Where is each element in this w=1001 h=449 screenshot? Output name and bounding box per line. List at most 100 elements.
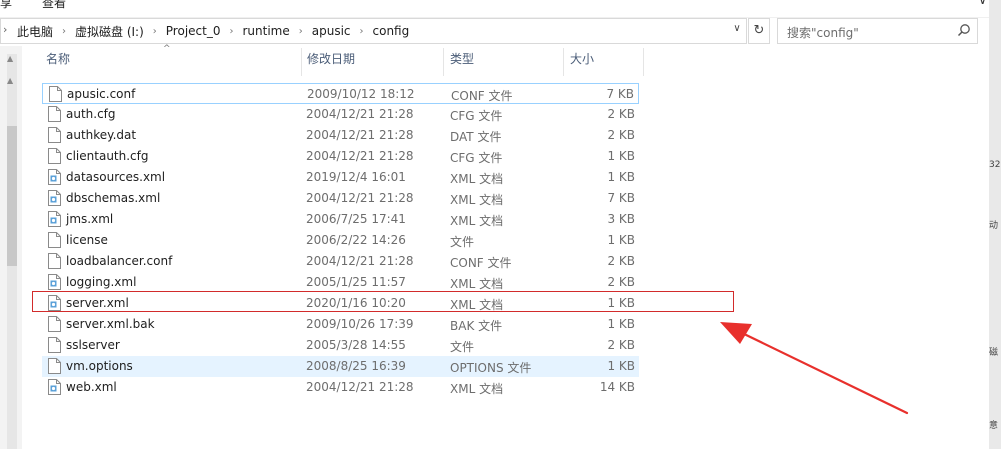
file-name: license bbox=[66, 233, 108, 247]
file-name: vm.options bbox=[66, 359, 133, 373]
column-header-date[interactable]: 修改日期 bbox=[307, 50, 355, 76]
search-icon[interactable] bbox=[957, 23, 971, 37]
file-size: 1 KB bbox=[607, 233, 635, 247]
file-name: sslserver bbox=[66, 338, 120, 352]
file-name: logging.xml bbox=[66, 275, 137, 289]
column-divider[interactable] bbox=[301, 48, 302, 76]
file-type: OPTIONS 文件 bbox=[450, 361, 532, 375]
background-text: 动 bbox=[989, 221, 999, 231]
file-size: 2 KB bbox=[607, 128, 635, 142]
file-row[interactable]: auth.cfg 2004/12/21 21:28 CFG 文件 2 KB bbox=[42, 104, 639, 125]
column-header-type[interactable]: 类型 bbox=[450, 50, 474, 76]
annotation-highlight-box bbox=[32, 291, 734, 312]
file-icon bbox=[48, 232, 61, 248]
file-type: CFG 文件 bbox=[450, 151, 503, 165]
chevron-right-icon[interactable]: › bbox=[62, 26, 66, 37]
file-modified-date: 2004/12/21 21:28 bbox=[306, 254, 414, 268]
breadcrumb-root-chevron-icon[interactable]: › bbox=[3, 23, 7, 36]
file-size: 7 KB bbox=[606, 87, 634, 101]
file-modified-date: 2009/10/26 17:39 bbox=[306, 317, 414, 331]
file-size: 3 KB bbox=[607, 212, 635, 226]
xml-icon bbox=[48, 379, 61, 395]
file-type: XML 文档 bbox=[450, 382, 504, 396]
address-bar[interactable]: › 此电脑 › 虚拟磁盘 (I:) › Project_0 › runtime … bbox=[0, 18, 747, 44]
breadcrumb-virtual-disk[interactable]: 虚拟磁盘 (I:) bbox=[75, 23, 144, 40]
file-modified-date: 2004/12/21 21:28 bbox=[306, 149, 414, 163]
refresh-button[interactable]: ↻ bbox=[748, 18, 770, 44]
file-modified-date: 2008/8/25 16:39 bbox=[306, 359, 406, 373]
chevron-right-icon[interactable]: › bbox=[229, 26, 233, 37]
file-row[interactable]: vm.options 2008/8/25 16:39 OPTIONS 文件 1 KB bbox=[42, 356, 639, 377]
ribbon-tab-share[interactable]: 享 bbox=[0, 0, 12, 11]
file-row[interactable]: license 2006/2/22 14:26 文件 1 KB bbox=[42, 230, 639, 251]
file-type: 文件 bbox=[450, 235, 475, 249]
file-icon bbox=[48, 316, 61, 332]
scroll-up-icon[interactable]: ▲ bbox=[7, 76, 13, 85]
ribbon: 享 查看 ∨ bbox=[0, 0, 1001, 18]
file-size: 2 KB bbox=[607, 338, 635, 352]
chevron-right-icon[interactable]: › bbox=[153, 26, 157, 37]
search-input[interactable]: 搜索"config" bbox=[777, 18, 978, 44]
column-header-size[interactable]: 大小 bbox=[570, 50, 594, 76]
file-row[interactable]: loadbalancer.conf 2004/12/21 21:28 CONF 文件… bbox=[42, 251, 639, 272]
xml-icon bbox=[48, 190, 61, 206]
navigation-pane: ▲ ▲ bbox=[0, 46, 22, 449]
file-icon bbox=[48, 253, 61, 269]
breadcrumb-apusic[interactable]: apusic bbox=[312, 24, 351, 38]
ribbon-expand-icon[interactable]: ∨ bbox=[978, 0, 987, 7]
file-row[interactable]: sslserver 2005/3/28 14:55 文件 2 KB bbox=[42, 335, 639, 356]
file-modified-date: 2004/12/21 21:28 bbox=[306, 191, 414, 205]
file-modified-date: 2006/7/25 17:41 bbox=[306, 212, 406, 226]
background-text: 32 bbox=[989, 160, 1001, 170]
file-name: datasources.xml bbox=[66, 170, 166, 184]
file-row[interactable]: clientauth.cfg 2004/12/21 21:28 CFG 文件 1 KB bbox=[42, 146, 639, 167]
breadcrumb: 此电脑 › 虚拟磁盘 (I:) › Project_0 › runtime › … bbox=[17, 19, 409, 43]
file-row[interactable]: jms.xml 2006/7/25 17:41 XML 文档 3 KB bbox=[42, 209, 639, 230]
file-row[interactable]: server.xml.bak 2009/10/26 17:39 BAK 文件 1 KB bbox=[42, 314, 639, 335]
chevron-right-icon[interactable]: › bbox=[299, 26, 303, 37]
chevron-right-icon[interactable]: › bbox=[360, 26, 364, 37]
file-row[interactable]: apusic.conf 2009/10/12 18:12 CONF 文件 7 KB bbox=[42, 83, 639, 104]
address-history-dropdown-icon[interactable]: ∨ bbox=[728, 23, 746, 41]
breadcrumb-project[interactable]: Project_0 bbox=[166, 24, 221, 38]
file-size: 1 KB bbox=[607, 359, 635, 373]
ribbon-tab-view[interactable]: 查看 bbox=[42, 0, 66, 11]
file-type: XML 文档 bbox=[450, 172, 504, 186]
search-placeholder: 搜索"config" bbox=[787, 26, 859, 40]
file-icon bbox=[48, 337, 61, 353]
file-size: 14 KB bbox=[599, 380, 635, 394]
file-row[interactable]: web.xml 2004/12/21 21:28 XML 文档 14 KB bbox=[42, 377, 639, 398]
file-type: CONF 文件 bbox=[451, 89, 513, 103]
sort-ascending-icon: ^ bbox=[163, 44, 171, 54]
background-text: 意 bbox=[989, 421, 999, 431]
breadcrumb-runtime[interactable]: runtime bbox=[242, 24, 289, 38]
file-size: 2 KB bbox=[607, 254, 635, 268]
file-modified-date: 2004/12/21 21:28 bbox=[306, 380, 414, 394]
column-divider[interactable] bbox=[563, 48, 564, 76]
file-name: authkey.dat bbox=[66, 128, 137, 142]
file-modified-date: 2019/12/4 16:01 bbox=[306, 170, 406, 184]
column-divider[interactable] bbox=[443, 48, 444, 76]
scroll-up-icon[interactable]: ▲ bbox=[7, 54, 13, 63]
file-type: XML 文档 bbox=[450, 193, 504, 207]
file-row[interactable]: datasources.xml 2019/12/4 16:01 XML 文档 1 KB bbox=[42, 167, 639, 188]
file-row[interactable]: logging.xml 2005/1/25 11:57 XML 文档 2 KB bbox=[42, 272, 639, 293]
column-divider[interactable] bbox=[643, 48, 644, 76]
breadcrumb-this-pc[interactable]: 此电脑 bbox=[17, 23, 53, 40]
nav-scrollbar-thumb[interactable] bbox=[7, 126, 17, 266]
file-name: apusic.conf bbox=[67, 87, 136, 101]
file-size: 1 KB bbox=[607, 317, 635, 331]
annotation-arrow-icon bbox=[720, 322, 909, 415]
file-modified-date: 2005/1/25 11:57 bbox=[306, 275, 406, 289]
file-row[interactable]: authkey.dat 2004/12/21 21:28 DAT 文件 2 KB bbox=[42, 125, 639, 146]
file-name: clientauth.cfg bbox=[66, 149, 149, 163]
breadcrumb-config[interactable]: config bbox=[373, 24, 410, 38]
file-icon bbox=[48, 106, 61, 122]
file-modified-date: 2009/10/12 18:12 bbox=[307, 87, 415, 101]
file-row[interactable]: dbschemas.xml 2004/12/21 21:28 XML 文档 7 KB bbox=[42, 188, 639, 209]
file-name: dbschemas.xml bbox=[66, 191, 161, 205]
xml-icon bbox=[48, 169, 61, 185]
file-name: loadbalancer.conf bbox=[66, 254, 173, 268]
column-header-name[interactable]: 名称 bbox=[46, 50, 70, 76]
file-type: CFG 文件 bbox=[450, 109, 503, 123]
